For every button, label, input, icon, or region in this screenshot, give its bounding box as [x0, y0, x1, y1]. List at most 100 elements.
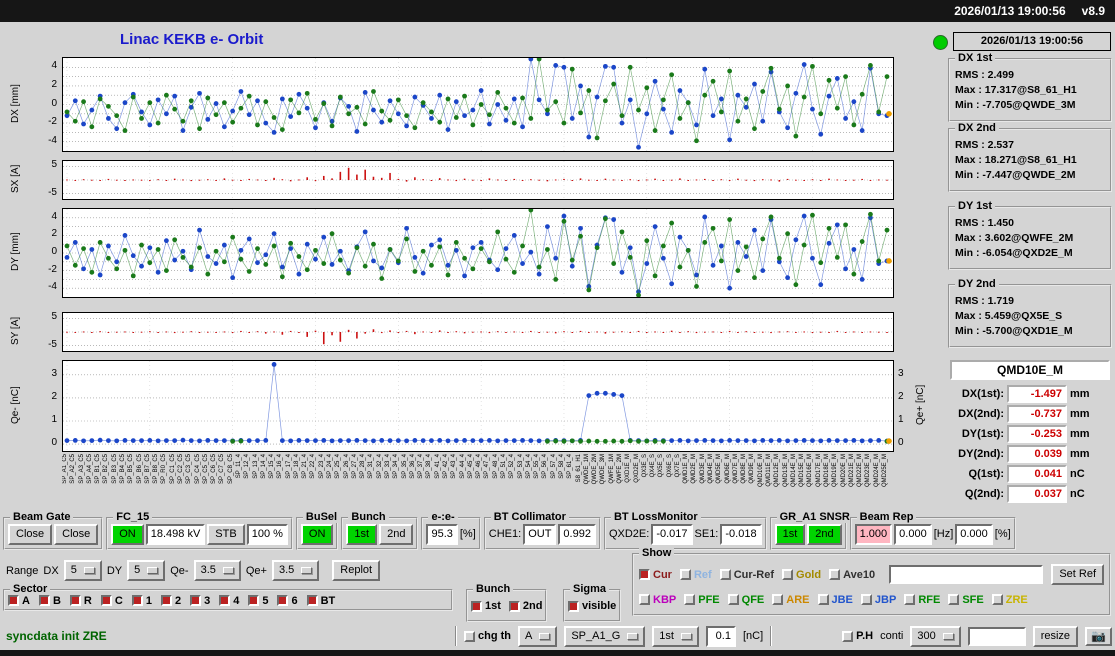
bunch-1st-checkbox[interactable] — [471, 600, 482, 612]
sx-plot — [62, 160, 894, 200]
dx-y-ticks: 4 2 0 -2 -4 — [48, 60, 57, 146]
ref-file-input[interactable] — [889, 565, 1044, 584]
resize-button[interactable]: resize — [1032, 625, 1079, 647]
min-value: Min : -6.054@QXD2E_M — [955, 247, 1073, 259]
dy-2nd-readout: 0.039 — [1007, 445, 1067, 463]
chg-th-checkbox[interactable] — [464, 630, 475, 642]
ave10-checkbox[interactable] — [829, 569, 841, 580]
rfe-checkbox[interactable] — [904, 594, 916, 605]
beam-rep-hz-unit: [Hz] — [933, 528, 954, 540]
qe-plus-axis-label: Qe+ [nC] — [915, 384, 926, 426]
sector-3-checkbox[interactable] — [190, 595, 202, 606]
interval-select[interactable]: 300 — [910, 625, 961, 647]
pfe-checkbox[interactable] — [684, 594, 696, 605]
ee-ratio-unit: [%] — [459, 528, 476, 540]
threshold-unit: [nC] — [742, 630, 764, 642]
bunch-1st-item: 1st — [471, 600, 501, 612]
interval-input[interactable] — [967, 626, 1026, 646]
charge-y-ticks: 3210 — [51, 367, 57, 449]
busel-on-button[interactable]: ON — [300, 523, 334, 545]
gold-checkbox[interactable] — [782, 569, 794, 580]
show-ave10-item: Ave10 — [829, 569, 875, 581]
show-pfe-item: PFE — [684, 594, 720, 606]
sfe-checkbox[interactable] — [948, 594, 960, 605]
show-qfe-item: QFE — [727, 594, 764, 606]
zre-checkbox[interactable] — [991, 594, 1003, 605]
jbe-checkbox[interactable] — [817, 594, 829, 605]
ph-checkbox[interactable] — [842, 630, 854, 642]
jbp-checkbox[interactable] — [860, 594, 872, 605]
che1-label: CHE1: — [488, 528, 522, 540]
cur-ref-checkbox[interactable] — [719, 569, 731, 580]
sector-a-checkbox[interactable] — [8, 595, 19, 606]
sector-r-checkbox[interactable] — [69, 595, 81, 606]
monitor-row: DX(2nd): -0.737 mm — [948, 404, 1112, 424]
show-rfe-item: RFE — [904, 594, 940, 606]
max-value: Max : 5.459@QX5E_S — [955, 310, 1063, 322]
dy-plot-row: DY [mm] 4 2 0 -2 -4 — [8, 208, 926, 298]
beam-gate-group: Beam Gate Close Close — [3, 511, 104, 550]
rms-value: RMS : 2.499 — [955, 69, 1014, 81]
monitor-row: Q(2nd): 0.037 nC — [948, 484, 1112, 504]
beam-gate-close-button-2[interactable]: Close — [54, 523, 99, 545]
sector-6-item: 6 — [277, 595, 298, 607]
sector-6-checkbox[interactable] — [277, 595, 289, 606]
status-led — [933, 35, 948, 50]
fc15-stb-button[interactable]: STB — [207, 523, 245, 545]
show-zre-item: ZRE — [991, 594, 1028, 606]
bunch-2nd-button[interactable]: 2nd — [379, 523, 414, 545]
kbp-checkbox[interactable] — [639, 594, 650, 605]
sector-2-checkbox[interactable] — [160, 595, 172, 606]
bunch-2nd-checkbox[interactable] — [508, 600, 520, 612]
beam-gate-close-button-1[interactable]: Close — [8, 523, 53, 545]
sector-bt-checkbox[interactable] — [306, 595, 318, 606]
ref-checkbox[interactable] — [679, 569, 691, 580]
status-message: syncdata init ZRE — [6, 629, 107, 643]
range-qe-minus-select[interactable]: 3.5 — [193, 560, 241, 581]
bt-collimator-group: BT Collimator CHE1: OUT 0.992 — [483, 511, 601, 550]
ph-item: P.H — [842, 630, 873, 642]
qfe-checkbox[interactable] — [727, 594, 739, 605]
snsr-1st-button[interactable]: 1st — [774, 523, 806, 545]
bunch-1st-button[interactable]: 1st — [346, 523, 378, 545]
monitor-row: Q(1st): 0.041 nC — [948, 464, 1112, 484]
dx-1st-readout: -1.497 — [1007, 385, 1067, 403]
bunch-select[interactable]: 1st — [652, 625, 699, 647]
range-qe-plus-select[interactable]: 3.5 — [271, 560, 320, 581]
replot-button[interactable]: Replot — [332, 560, 381, 581]
sigma-visible-checkbox[interactable] — [568, 600, 579, 612]
charge-plot — [62, 360, 894, 452]
fc15-on-button[interactable]: ON — [111, 523, 144, 545]
snsr-2nd-button[interactable]: 2nd — [807, 523, 842, 545]
set-ref-button[interactable]: Set Ref — [1051, 564, 1104, 585]
titlebar-version: v8.9 — [1081, 4, 1105, 18]
sector-b-checkbox[interactable] — [38, 595, 50, 606]
sector-c-checkbox[interactable] — [100, 595, 112, 606]
sy-plot — [62, 312, 894, 352]
cur-checkbox[interactable] — [639, 569, 650, 580]
window-title-bar: 2026/01/13 19:00:56 v8.9 — [0, 0, 1115, 22]
q-1st-readout: 0.041 — [1007, 465, 1067, 483]
sector-5-item: 5 — [248, 595, 268, 607]
screenshot-camera-button[interactable]: 📷 — [1085, 626, 1112, 646]
device-select[interactable]: SP_A1_G — [564, 625, 646, 647]
sector-4-checkbox[interactable] — [219, 595, 231, 606]
beam-rep-display-1: 1.000 — [854, 523, 893, 545]
chg-th-item: chg th — [464, 630, 511, 642]
max-value: Max : 3.602@QWFE_2M — [955, 232, 1074, 244]
range-dy-select[interactable]: 5 — [127, 560, 166, 581]
sector-4-item: 4 — [219, 595, 239, 607]
sector-1-checkbox[interactable] — [131, 595, 143, 606]
x-axis-monitor-labels: SP_A1_C5 SP_A2_C5 SP_A3_C5 SP_A4_C5 SP_B1_C5… — [62, 454, 888, 488]
range-dx-select[interactable]: 5 — [63, 560, 102, 581]
sector-select[interactable]: A — [518, 625, 558, 647]
rms-value: RMS : 2.537 — [955, 139, 1014, 151]
dropdown-indicator-icon — [942, 632, 954, 640]
qe-minus-axis-label: Qe- [nC] — [10, 386, 21, 424]
monitor-row: DY(1st): -0.253 mm — [948, 424, 1112, 444]
sector-5-checkbox[interactable] — [248, 595, 260, 606]
are-checkbox[interactable] — [772, 594, 784, 605]
dy-1st-stats: DY 1st RMS : 1.450 Max : 3.602@QWFE_2M M… — [948, 200, 1112, 270]
ee-ratio-group: e-:e- 95.3 [%] — [421, 511, 481, 550]
bt-lossmonitor-group: BT LossMonitor QXD2E: -0.017 SE1: -0.018 — [603, 511, 767, 550]
